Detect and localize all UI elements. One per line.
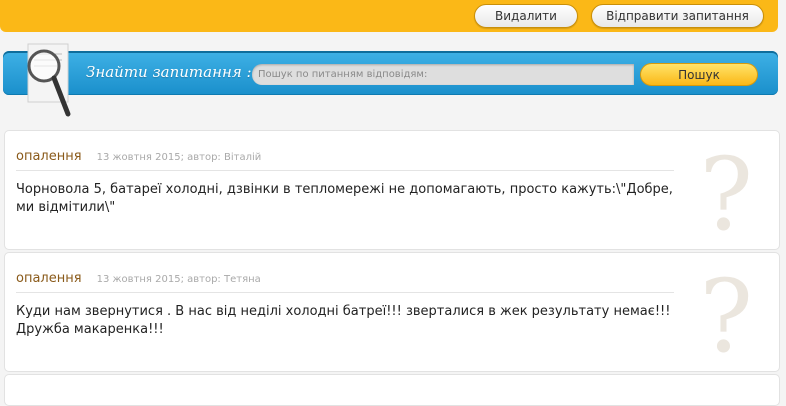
question-text: Чорновола 5, батареї холодні, дзвінки в … [16, 182, 673, 215]
question-date-author: 13 жовтня 2015; автор: Віталій [96, 152, 262, 163]
question-card: опалення 13 жовтня 2015; автор: Тетяна К… [4, 252, 780, 372]
question-date-author: 13 жовтня 2015; автор: Тетяна [96, 274, 261, 285]
delete-button[interactable]: Видалити [474, 4, 578, 28]
divider [16, 292, 674, 293]
question-card: опалення 13 жовтня 2015; автор: Віталій … [4, 130, 780, 250]
category-link[interactable]: опалення [16, 271, 82, 286]
question-mark-icon: ? [699, 136, 753, 253]
search-button[interactable]: Пошук [640, 63, 758, 86]
question-mark-icon: ? [699, 258, 753, 375]
send-question-button[interactable]: Відправити запитання [591, 4, 764, 28]
question-card [4, 374, 780, 406]
search-input[interactable] [252, 64, 634, 85]
question-text: Куди нам звернутися . В нас від неділі х… [16, 304, 671, 337]
divider [16, 170, 674, 171]
search-title: Знайти запитання : [86, 63, 252, 81]
question-meta: опалення 13 жовтня 2015; автор: Віталій [16, 145, 261, 164]
category-link[interactable]: опалення [16, 149, 82, 164]
magnifier-icon [27, 43, 71, 117]
question-meta: опалення 13 жовтня 2015; автор: Тетяна [16, 267, 261, 286]
